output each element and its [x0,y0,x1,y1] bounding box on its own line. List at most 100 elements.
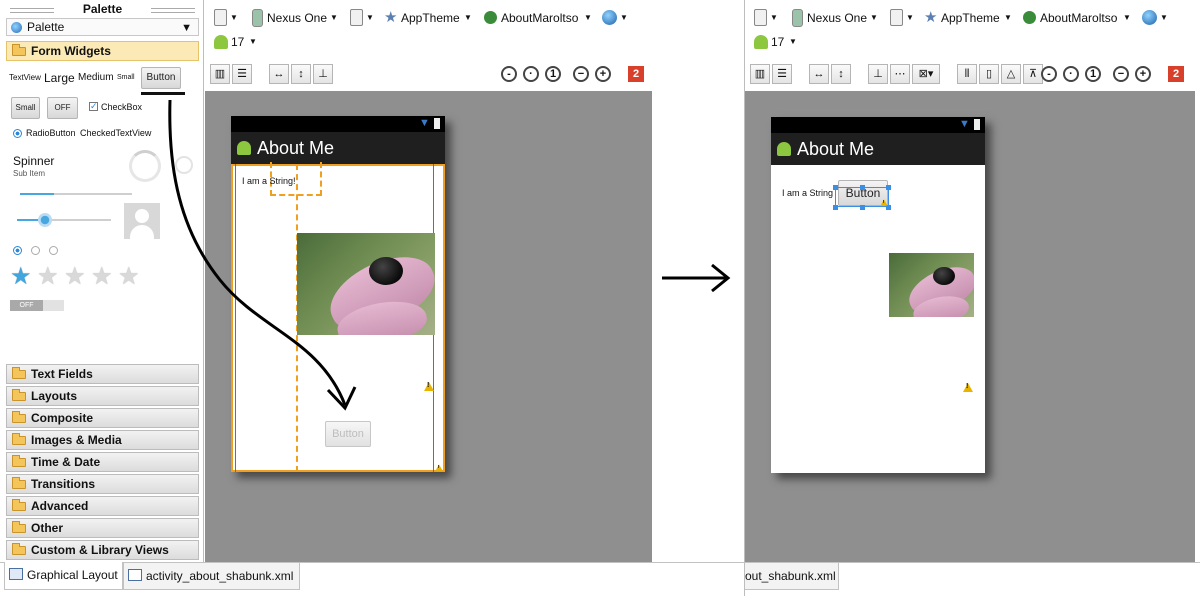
device-select[interactable]: Nexus One [807,8,867,28]
rating-star-icon[interactable]: ★ [37,265,59,289]
widget-medium-text[interactable]: Medium [78,72,114,83]
clear-weights-button[interactable]: ▯ [979,64,999,84]
rating-star-icon[interactable]: ★ [118,265,140,289]
config-file-icon[interactable] [214,9,227,26]
chevron-down-icon[interactable]: ▼ [330,8,338,28]
tab-graphical-layout[interactable]: Graphical Layout [4,562,123,590]
layout-horizontal-button[interactable]: ▥ [210,64,230,84]
radiogroup-item-2[interactable] [31,246,40,255]
widget-checkbox[interactable]: CheckBox [101,102,142,112]
zoom-in-icon[interactable]: + [1135,66,1151,82]
resize-handle[interactable] [860,205,865,210]
theme-select[interactable]: AppTheme [401,8,460,28]
palette-header-dropdown[interactable]: Palette ▼ [6,18,199,36]
api-level-select[interactable]: 17 [231,32,244,52]
widget-textview[interactable]: TextView [9,73,41,82]
error-count-badge[interactable]: 2 [628,66,644,82]
seekbar-thumb[interactable] [38,213,52,227]
api-level-select[interactable]: 17 [771,32,784,52]
seekbar-track[interactable] [17,219,111,221]
margins-button[interactable]: ⋯ [890,64,910,84]
zoom-out-icon[interactable]: − [1113,66,1129,82]
widget-checked-textview[interactable]: CheckedTextView [80,128,151,138]
baseline-button[interactable]: ⊥ [313,64,333,84]
widget-switch[interactable]: OFF [10,300,64,311]
chevron-down-icon[interactable]: ▼ [789,32,797,52]
orientation-icon[interactable] [890,9,903,26]
rating-star-icon[interactable]: ★ [64,265,86,289]
assign-weight-button[interactable]: △ [1001,64,1021,84]
change-weight-button[interactable]: ⊼ [1023,64,1043,84]
locale-globe-icon[interactable] [602,10,617,25]
widget-spinner[interactable]: Spinner [13,154,54,168]
zoom-in-icon[interactable]: + [595,66,611,82]
chevron-down-icon[interactable]: ▼ [181,20,192,36]
chevron-down-icon[interactable]: ▼ [906,8,914,28]
chevron-down-icon[interactable]: ▼ [1160,8,1168,28]
resize-handle[interactable] [860,185,865,190]
resize-handle[interactable] [833,185,838,190]
activity-select[interactable]: AboutMaroltso [501,8,578,28]
category-other[interactable]: Other [6,518,199,538]
chevron-down-icon[interactable]: ▼ [1004,8,1012,28]
category-custom-library-views[interactable]: Custom & Library Views [6,540,199,560]
category-transitions[interactable]: Transitions [6,474,199,494]
progress-horizontal[interactable] [20,193,132,195]
resize-handle[interactable] [886,185,891,190]
fill-width-button[interactable]: ↔ [809,64,829,84]
rating-star-icon[interactable]: ★ [10,265,32,289]
chevron-down-icon[interactable]: ▼ [870,8,878,28]
zoom-real-icon[interactable]: · [523,66,539,82]
gravity-button[interactable]: ⊠▾ [912,64,940,84]
orientation-icon[interactable] [350,9,363,26]
checkbox-icon[interactable]: ✓ [89,102,98,111]
widget-small-text[interactable]: Small [117,74,135,81]
chevron-down-icon[interactable]: ▼ [770,8,778,28]
layout-vertical-button[interactable]: ☰ [232,64,252,84]
widget-button[interactable]: Button [141,67,181,89]
config-file-icon[interactable] [754,9,767,26]
chevron-down-icon[interactable]: ▼ [620,8,628,28]
resize-handle[interactable] [833,205,838,210]
baseline-button[interactable]: ⊥ [868,64,888,84]
zoom-fit-icon[interactable]: - [501,66,517,82]
tab-xml-source-right[interactable]: out_shabunk.xml [745,562,839,590]
zoom-fit-icon[interactable]: - [1041,66,1057,82]
widget-toggle-button[interactable]: OFF [47,97,78,119]
radiogroup-item-3[interactable] [49,246,58,255]
widget-large-text[interactable]: Large [44,71,75,85]
zoom-real-icon[interactable]: · [1063,66,1079,82]
widget-small-button[interactable]: Small [11,97,40,119]
tab-xml-source[interactable]: activity_about_shabunk.xml [123,562,300,590]
locale-globe-icon[interactable] [1142,10,1157,25]
radiogroup-item-1[interactable] [13,246,22,255]
fill-height-button[interactable]: ↕ [831,64,851,84]
chevron-down-icon[interactable]: ▼ [584,8,592,28]
activity-select[interactable]: AboutMaroltso [1040,8,1117,28]
fill-height-button[interactable]: ↕ [291,64,311,84]
layout-vertical-button[interactable]: ☰ [772,64,792,84]
chevron-down-icon[interactable]: ▼ [366,8,374,28]
chevron-down-icon[interactable]: ▼ [464,8,472,28]
rating-star-icon[interactable]: ★ [91,265,113,289]
resize-handle[interactable] [886,205,891,210]
chevron-down-icon[interactable]: ▼ [230,8,238,28]
error-count-badge[interactable]: 2 [1168,66,1184,82]
distribute-button[interactable]: ⫴ [957,64,977,84]
dragged-button[interactable]: Button [325,421,371,447]
layout-horizontal-button[interactable]: ▥ [750,64,770,84]
string-textview[interactable]: I am a String [782,188,833,198]
zoom-100-icon[interactable]: 1 [1085,66,1101,82]
category-advanced[interactable]: Advanced [6,496,199,516]
category-time-date[interactable]: Time & Date [6,452,199,472]
category-images-media[interactable]: Images & Media [6,430,199,450]
chevron-down-icon[interactable]: ▼ [249,32,257,52]
device-select[interactable]: Nexus One [267,8,327,28]
chevron-down-icon[interactable]: ▼ [1123,8,1131,28]
theme-select[interactable]: AppTheme [941,8,1000,28]
fill-width-button[interactable]: ↔ [269,64,289,84]
right-device-preview[interactable]: ▼ About Me I am a String Button [771,117,985,473]
photo-imageview[interactable] [889,253,974,317]
category-form-widgets[interactable]: Form Widgets [6,41,199,61]
zoom-100-icon[interactable]: 1 [545,66,561,82]
